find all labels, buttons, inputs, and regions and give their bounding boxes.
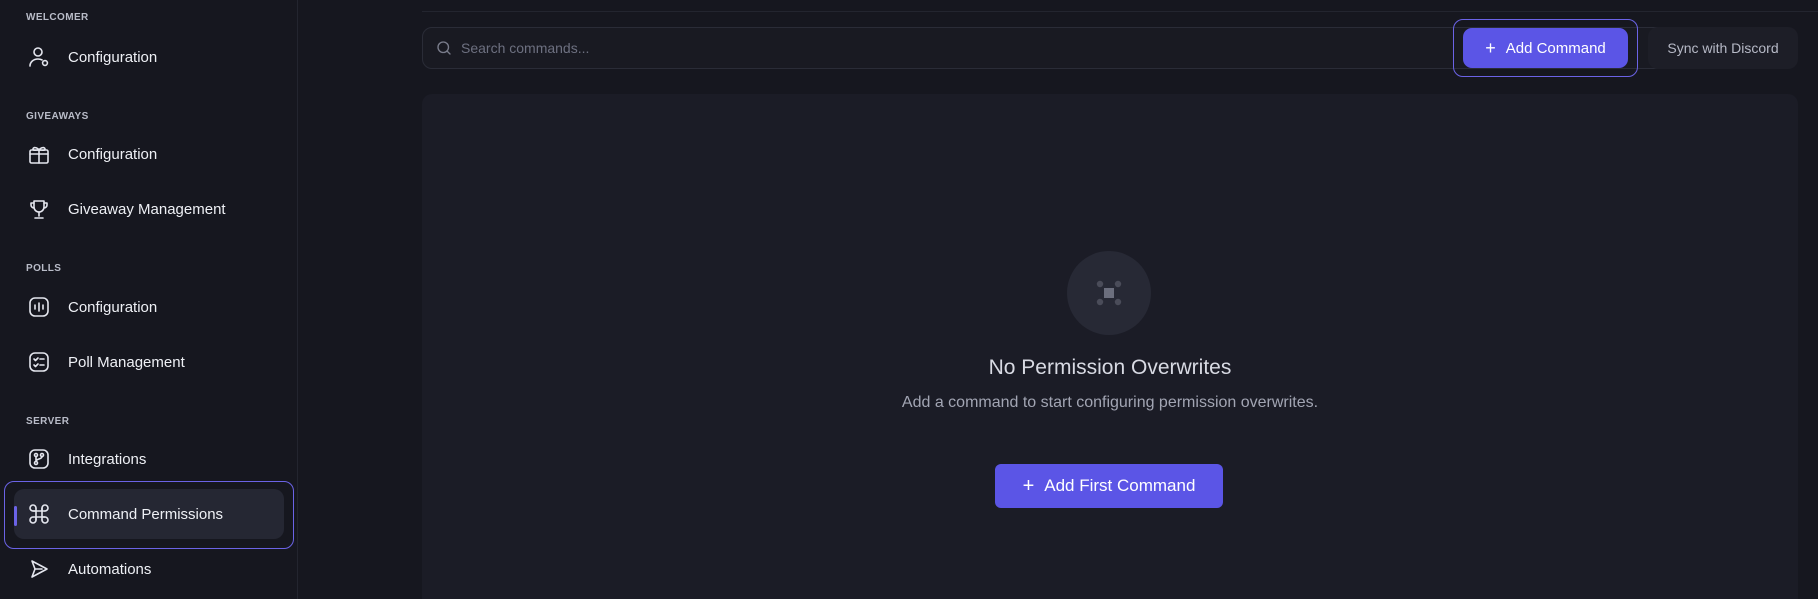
empty-state-title: No Permission Overwrites [988,356,1232,379]
sidebar-item-giveaway-management[interactable]: Giveaway Management [14,184,284,234]
active-indicator [14,506,17,526]
command-icon [26,501,52,527]
sidebar-item-label: Automations [68,560,152,578]
commands-panel: No Permission Overwrites Add a command t… [422,94,1798,599]
command-icon [1067,251,1151,335]
add-first-command-button[interactable]: + Add First Command [995,464,1223,508]
sidebar-item-poll-management[interactable]: Poll Management [14,337,284,387]
sidebar-item-label: Configuration [68,48,158,66]
add-command-button[interactable]: + Add Command [1463,28,1628,68]
button-label: Add First Command [1044,476,1196,495]
section-label-giveaways: GIVEAWAYS [26,111,89,122]
sidebar-item-label: Giveaway Management [68,200,226,218]
sidebar: WELCOMER Configuration GIVEAWAYS Configu… [0,0,298,599]
app: WELCOMER Configuration GIVEAWAYS Configu… [0,0,1818,599]
poll-icon [26,294,52,320]
trophy-icon [26,196,52,222]
sidebar-item-label: Integrations [68,450,147,468]
section-label-welcomer: WELCOMER [26,12,89,23]
user-settings-icon [26,44,52,70]
sidebar-item-automations[interactable]: Automations [14,544,284,594]
button-label: Add Command [1505,39,1606,57]
sidebar-item-command-permissions[interactable]: Command Permissions [14,489,284,539]
sidebar-item-giveaways-configuration[interactable]: Configuration [14,129,284,179]
sidebar-item-welcomer-configuration[interactable]: Configuration [14,32,284,82]
checklist-icon [26,349,52,375]
plus-icon: + [1485,38,1496,58]
divider [422,11,1818,12]
empty-state-description: Add a command to start configuring permi… [901,394,1319,411]
sidebar-item-label: Configuration [68,145,158,163]
plus-icon: + [1022,475,1035,497]
section-label-server: SERVER [26,416,70,427]
section-label-polls: POLLS [26,263,62,274]
main-content: + Add Command Sync with Discord No Permi… [298,0,1818,599]
sidebar-item-label: Poll Management [68,353,185,371]
sync-with-discord-button[interactable]: Sync with Discord [1648,27,1798,69]
sidebar-item-polls-configuration[interactable]: Configuration [14,282,284,332]
search-icon [435,39,453,57]
send-icon [26,556,52,582]
integration-icon [26,446,52,472]
sidebar-item-label: Command Permissions [68,505,224,523]
sidebar-item-integrations[interactable]: Integrations [14,434,284,484]
gift-icon [26,141,52,167]
sidebar-item-label: Configuration [68,298,158,316]
